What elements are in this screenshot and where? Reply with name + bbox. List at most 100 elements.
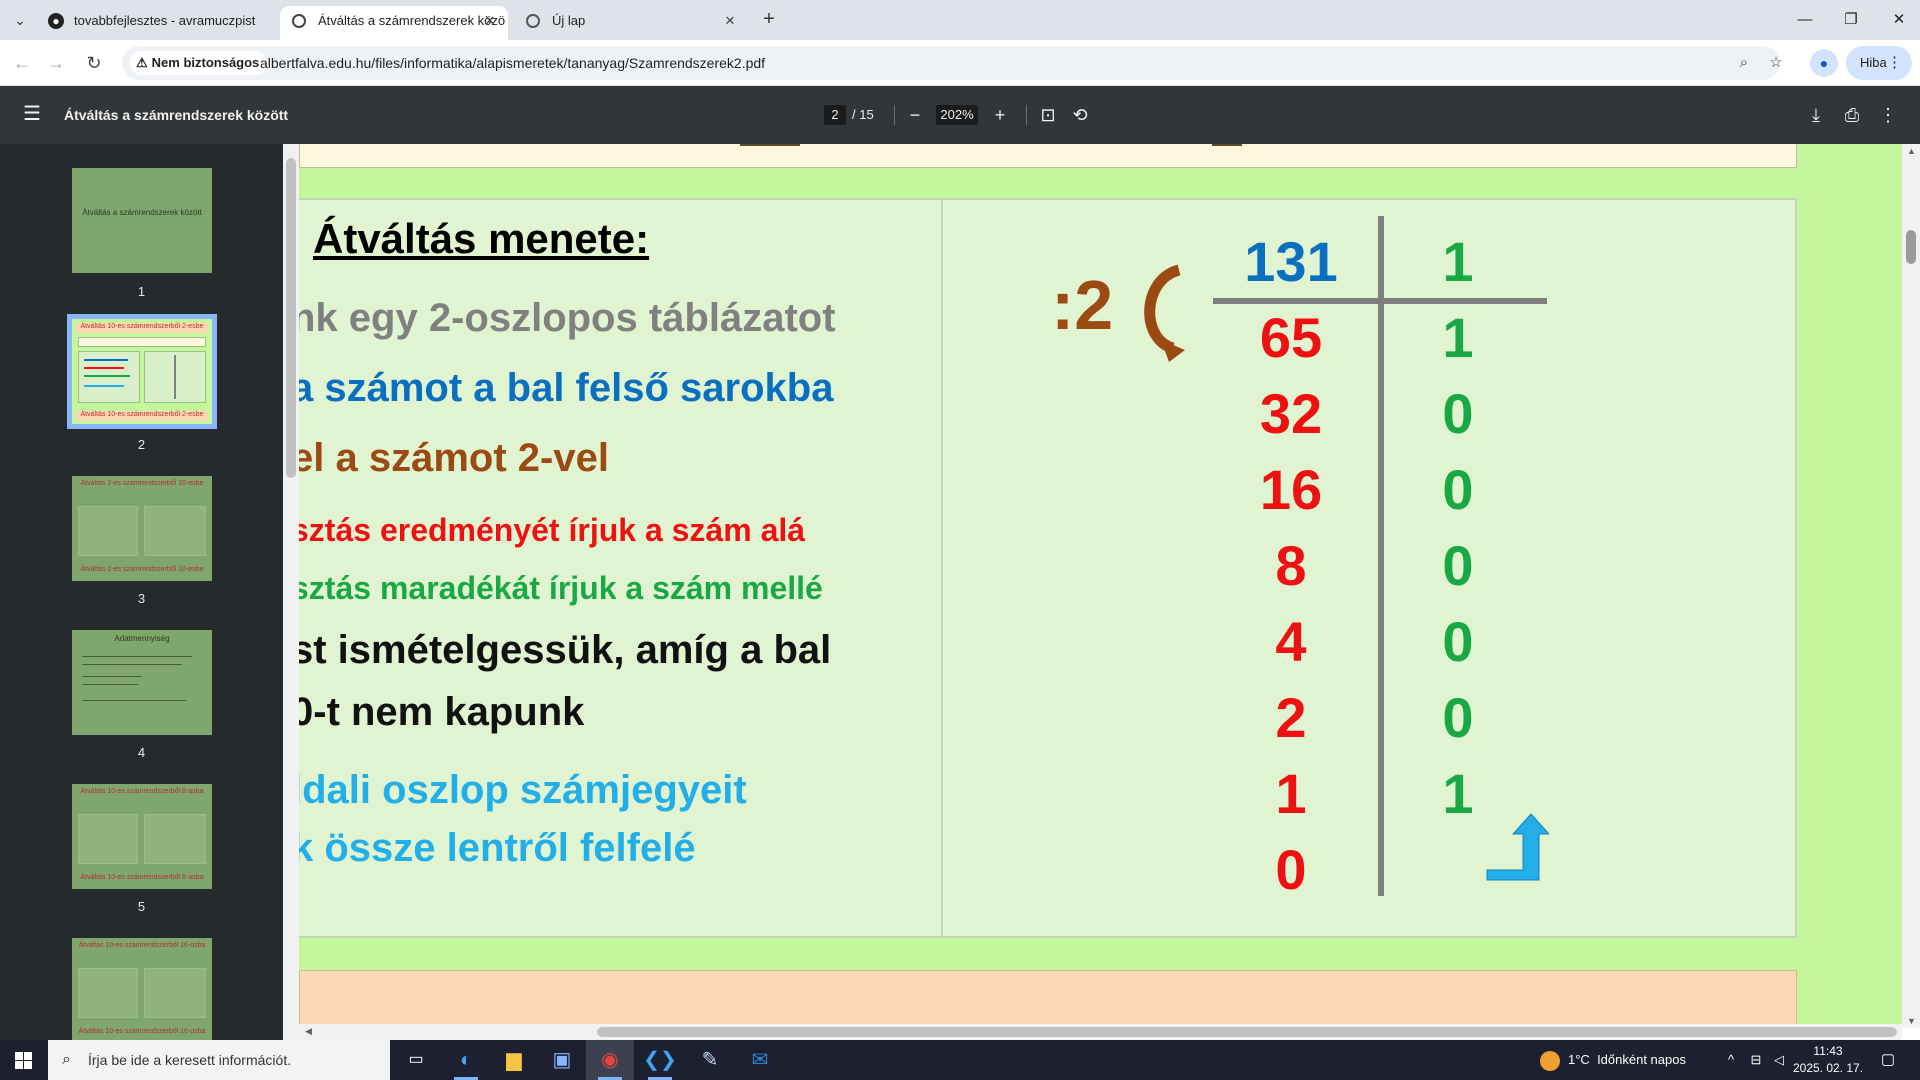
clock-date: 2025. 02. 17. xyxy=(1792,1061,1864,1075)
quotient-value: 8 xyxy=(1275,534,1307,597)
page-total: / 15 xyxy=(852,107,874,122)
tab-github[interactable]: ● tovabbfejlesztes - avramuczpist ✕ xyxy=(36,6,302,40)
vscode-icon[interactable]: ❮❯ xyxy=(636,1040,684,1080)
kebab-menu-icon: ⋮ xyxy=(1887,54,1902,71)
remainder-value: 1 xyxy=(1442,230,1474,293)
address-bar[interactable]: ⚠ Nem biztonságos albertfalva.edu.hu/file… xyxy=(122,46,1783,80)
step-line: ldali oszlop számjegyeit xyxy=(299,768,747,812)
new-tab-button[interactable]: + xyxy=(757,8,781,32)
decorative-line xyxy=(1212,144,1242,146)
minimize-button[interactable]: — xyxy=(1790,8,1820,32)
thumbnail-line xyxy=(84,359,128,361)
page-thumbnail[interactable]: Átváltás a számrendszerek között xyxy=(72,168,212,273)
step-line: el a számot 2-vel xyxy=(299,436,609,480)
thumbnail-line xyxy=(82,656,192,657)
page-thumbnail-selected[interactable]: Átváltás 10-es számrendszerből 2-esbe Át… xyxy=(67,314,217,429)
thumbnail-line xyxy=(82,684,138,685)
weather-widget[interactable]: 1°C Időnként napos xyxy=(1540,1040,1686,1080)
step-line: k össze lentről felfelé xyxy=(299,826,696,870)
zoom-level-input[interactable]: 202% xyxy=(936,105,978,125)
tab-strip: ⌄ ● tovabbfejlesztes - avramuczpist ✕ Át… xyxy=(0,0,1920,40)
tab-title: Átváltás a számrendszerek közö xyxy=(318,13,506,28)
zoom-in-button[interactable]: + xyxy=(988,103,1012,127)
thumbnail-line xyxy=(84,367,124,369)
restore-button[interactable]: ❐ xyxy=(1836,8,1866,32)
hamburger-menu-icon[interactable]: ☰ xyxy=(20,102,44,126)
close-icon[interactable]: ✕ xyxy=(482,13,498,29)
taskbar-search-box[interactable]: ⌕ Írja be ide a keresett információt. xyxy=(48,1040,390,1080)
error-button[interactable]: Hiba ⋮ xyxy=(1846,46,1912,80)
scroll-left-icon[interactable]: ◀ xyxy=(305,1026,312,1037)
reload-button[interactable]: ↻ xyxy=(80,49,108,77)
windows-start-icon[interactable] xyxy=(0,1040,46,1080)
page-thumbnail[interactable]: Átváltás 10-es számrendszerből 16-osba Á… xyxy=(72,938,212,1040)
security-indicator[interactable]: ⚠ Nem biztonságos xyxy=(130,51,268,75)
horizontal-scrollbar-thumb[interactable] xyxy=(597,1027,1897,1037)
search-icon: ⌕ xyxy=(62,1051,71,1068)
github-icon: ● xyxy=(48,13,64,29)
page-thumbnail[interactable]: Adatmennyiség xyxy=(72,630,212,735)
forward-button[interactable]: → xyxy=(42,49,70,77)
fit-page-icon[interactable]: ⊡ xyxy=(1036,103,1060,127)
step-line: sztás eredményét írjuk a szám alá xyxy=(299,512,806,548)
slide-footer-band xyxy=(299,970,1797,1028)
more-options-icon[interactable]: ⋮ xyxy=(1876,103,1900,127)
page-thumbnail[interactable]: Átváltás 2-es számrendszerből 10-esbe Át… xyxy=(72,476,212,581)
close-window-button[interactable]: ✕ xyxy=(1884,8,1914,32)
store-icon[interactable]: ▣ xyxy=(538,1040,586,1080)
thumbnail-caption: Átváltás a számrendszerek között xyxy=(82,208,202,217)
network-icon[interactable]: ⊟ xyxy=(1744,1040,1768,1080)
browser-toolbar: ← → ↻ ⚠ Nem biztonságos albertfalva.edu.h… xyxy=(0,40,1920,86)
vertical-scrollbar[interactable]: ▲ ▼ xyxy=(1902,144,1920,1028)
download-icon[interactable]: ⤓ xyxy=(1804,103,1828,127)
chevron-up-icon[interactable]: ^ xyxy=(1720,1040,1742,1080)
rotate-icon[interactable]: ⟲ xyxy=(1068,103,1092,127)
vertical-scrollbar-thumb[interactable] xyxy=(1906,230,1916,264)
close-icon[interactable]: ✕ xyxy=(722,13,738,29)
thumbnail-block xyxy=(144,814,206,864)
windows-taskbar: ⌕ Írja be ide a keresett információt. ▭ … xyxy=(0,1040,1920,1080)
notepad-icon[interactable]: ✎ xyxy=(686,1040,734,1080)
page-thumbnail[interactable]: Átváltás 10-es számrendszerből 8-asba Át… xyxy=(72,784,212,889)
outlook-icon[interactable]: ✉ xyxy=(736,1040,784,1080)
zoom-icon[interactable]: ⌕ xyxy=(1734,53,1754,73)
slide-top-strip xyxy=(299,144,1797,168)
quotient-value: 1 xyxy=(1275,762,1307,825)
task-view-icon[interactable]: ▭ xyxy=(392,1040,440,1080)
thumbnail-number: 4 xyxy=(137,745,146,760)
tab-new-page[interactable]: Új lap ✕ xyxy=(514,6,748,40)
back-button[interactable]: ← xyxy=(8,49,36,77)
thumbnail-line xyxy=(174,355,176,399)
tab-search-button[interactable]: ⌄ xyxy=(8,8,32,32)
thumbnail-caption: Átváltás 10-es számrendszerből 16-osba xyxy=(78,1028,206,1035)
edge-icon[interactable]: ◐ xyxy=(442,1040,490,1080)
volume-icon[interactable]: ◁ xyxy=(1768,1040,1790,1080)
page-number-input[interactable]: 2 xyxy=(824,105,846,125)
horizontal-scrollbar[interactable]: ◀ xyxy=(299,1024,1902,1040)
sidebar-scrollbar[interactable] xyxy=(283,144,299,1040)
print-icon[interactable]: ⎙ xyxy=(1840,103,1864,127)
thumbnail-line xyxy=(84,385,124,387)
quotient-value: 131 xyxy=(1244,230,1338,293)
scroll-up-icon[interactable]: ▲ xyxy=(1907,146,1916,156)
bookmark-star-icon[interactable]: ☆ xyxy=(1766,53,1786,73)
scroll-down-icon[interactable]: ▼ xyxy=(1907,1016,1916,1026)
thumbnail-caption: Átváltás 2-es számrendszerből 10-esbe xyxy=(80,480,204,487)
profile-avatar[interactable]: ● xyxy=(1810,49,1838,77)
system-clock[interactable]: 11:43 2025. 02. 17. xyxy=(1790,1043,1866,1077)
weather-description: Időnként napos xyxy=(1597,1052,1686,1067)
file-explorer-icon[interactable]: ▆ xyxy=(490,1040,538,1080)
table-vertical-line xyxy=(1378,216,1384,896)
url-text[interactable]: albertfalva.edu.hu/files/informatika/ala… xyxy=(260,46,765,80)
chrome-icon[interactable]: ◉ xyxy=(586,1040,634,1080)
sidebar-scrollbar-thumb[interactable] xyxy=(286,158,296,478)
tab-pdf[interactable]: Átváltás a számrendszerek közö ✕ xyxy=(280,6,508,40)
notification-center-icon[interactable]: ▢ xyxy=(1876,1048,1900,1072)
thumbnail-caption: Adatmennyiség xyxy=(114,634,170,643)
divisor-label: :2 xyxy=(1051,266,1114,344)
zoom-out-button[interactable]: − xyxy=(903,103,927,127)
quotient-value: 0 xyxy=(1275,838,1307,901)
thumbnail-line xyxy=(82,700,186,701)
thumbnail-caption: Átváltás 10-es számrendszerből 2-esbe xyxy=(76,411,208,421)
remainder-value: 0 xyxy=(1442,610,1474,673)
